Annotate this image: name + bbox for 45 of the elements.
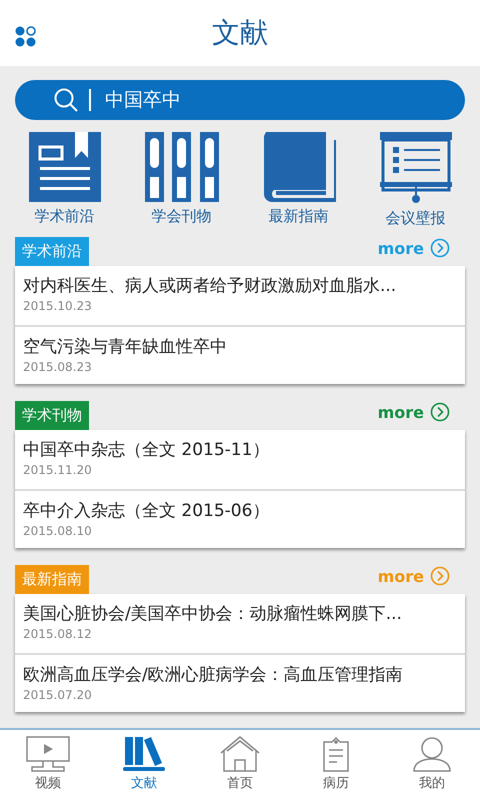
article-date: 2015.10.23 bbox=[23, 299, 93, 313]
article-title: 卒中介入杂志（全文 2015-06） bbox=[23, 500, 270, 522]
article-title: 中国卒中杂志（全文 2015-11） bbox=[23, 439, 270, 461]
search-text: 中国卒中 bbox=[105, 88, 181, 114]
category-button[interactable]: 会议壁报 bbox=[366, 132, 466, 236]
menu-icon[interactable] bbox=[15, 26, 37, 48]
chevron-right-icon bbox=[430, 238, 450, 258]
search-field[interactable]: 中国卒中 bbox=[15, 80, 465, 120]
article-title: 欧洲高血压学会/欧洲心脏病学会：高血压管理指南 bbox=[23, 664, 404, 686]
article-date: 2015.08.10 bbox=[23, 524, 93, 538]
tab[interactable]: 我的 bbox=[392, 730, 472, 800]
section-tag: 学术刊物 bbox=[15, 401, 89, 430]
category-button[interactable]: 最新指南 bbox=[248, 132, 348, 236]
article-row[interactable]: 空气污染与青年缺血性卒中 2015.08.23 bbox=[15, 325, 465, 384]
article-date: 2015.08.12 bbox=[23, 627, 93, 641]
books-icon bbox=[122, 736, 166, 772]
newspaper-icon bbox=[28, 132, 100, 202]
book-icon bbox=[262, 132, 336, 202]
tab[interactable]: 病历 bbox=[296, 730, 376, 800]
article-row[interactable]: 欧洲高血压学会/欧洲心脏病学会：高血压管理指南 2015.07.20 bbox=[15, 653, 465, 712]
category-button[interactable]: 学术前沿 bbox=[14, 132, 114, 236]
article-row[interactable]: 中国卒中杂志（全文 2015-11） 2015.11.20 bbox=[15, 430, 465, 489]
article-row[interactable]: 对内科医生、病人或两者给予财政激励对血脂水... 2015.10.23 bbox=[15, 266, 465, 325]
article-title: 空气污染与青年缺血性卒中 bbox=[23, 336, 228, 358]
tab[interactable]: 首页 bbox=[200, 730, 280, 800]
page-title: 文献 bbox=[212, 15, 268, 51]
chevron-right-icon bbox=[430, 402, 450, 422]
home-icon bbox=[218, 736, 262, 772]
section-tag: 学术前沿 bbox=[15, 237, 89, 266]
article-date: 2015.11.20 bbox=[23, 463, 93, 477]
article-row[interactable]: 美国心脏协会/美国卒中协会：动脉瘤性蛛网膜下... 2015.08.12 bbox=[15, 594, 465, 653]
article-row[interactable]: 卒中介入杂志（全文 2015-06） 2015.08.10 bbox=[15, 489, 465, 548]
article-date: 2015.07.20 bbox=[23, 688, 93, 702]
search-icon bbox=[53, 87, 79, 114]
tab[interactable]: 视频 bbox=[8, 730, 88, 800]
section-tag: 最新指南 bbox=[15, 565, 89, 594]
article-title: 美国心脏协会/美国卒中协会：动脉瘤性蛛网膜下... bbox=[23, 603, 403, 625]
category-button[interactable]: 学会刊物 bbox=[132, 132, 232, 236]
tab[interactable]: 文献 bbox=[104, 730, 184, 800]
article-title: 对内科医生、病人或两者给予财政激励对血脂水... bbox=[23, 275, 398, 297]
presentation-board-icon bbox=[378, 132, 452, 204]
binders-icon bbox=[144, 132, 218, 202]
monitor-icon bbox=[26, 736, 70, 772]
chevron-right-icon bbox=[430, 566, 450, 586]
article-date: 2015.08.23 bbox=[23, 360, 93, 374]
